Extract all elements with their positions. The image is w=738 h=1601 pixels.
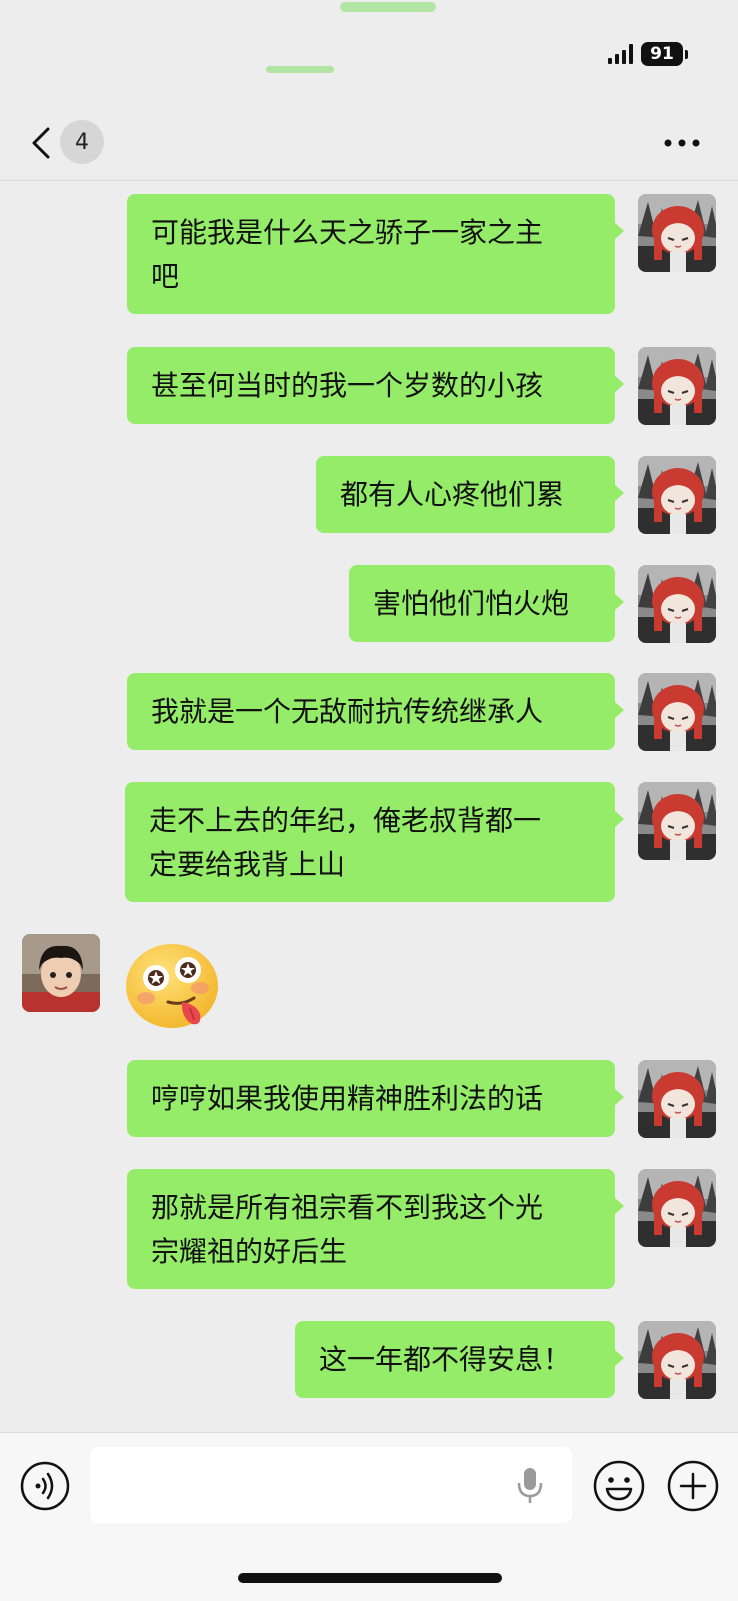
more-options-button[interactable] (660, 128, 704, 158)
message-bubble[interactable]: 都有人心疼他们累 (316, 456, 624, 533)
my-avatar[interactable] (638, 782, 716, 860)
message-bubble[interactable]: 可能我是什么天之骄子一家之主 吧 (127, 194, 624, 314)
chevron-left-icon (32, 127, 50, 159)
my-avatar[interactable] (638, 194, 716, 272)
my-avatar[interactable] (638, 347, 716, 425)
message-bubble[interactable]: 哼哼如果我使用精神胜利法的话 (127, 1060, 624, 1137)
status-smear (340, 2, 436, 12)
message-bubble[interactable]: 甚至何当时的我一个岁数的小孩 (127, 347, 624, 424)
my-avatar[interactable] (638, 565, 716, 643)
battery-level: 91 (650, 44, 674, 64)
voice-mode-icon[interactable] (20, 1461, 70, 1511)
input-bar (0, 1432, 738, 1601)
chat-header: 4 (0, 104, 738, 181)
contact-avatar[interactable] (22, 934, 100, 1012)
my-avatar[interactable] (638, 1060, 716, 1138)
plus-circle-icon[interactable] (666, 1459, 720, 1513)
message-bubble[interactable]: 害怕他们怕火炮 (349, 565, 624, 642)
message-bubble[interactable]: 这一年都不得安息！ (295, 1321, 624, 1398)
message-bubble[interactable]: 走不上去的年纪，俺老叔背都一 定要给我背上山 (125, 782, 624, 902)
microphone-icon[interactable] (516, 1467, 544, 1505)
starry-eyes-tongue-emoji-icon[interactable] (122, 940, 222, 1032)
my-avatar[interactable] (638, 1169, 716, 1247)
message-input[interactable] (90, 1447, 572, 1523)
signal-bars-icon (608, 44, 633, 64)
message-bubble[interactable]: 那就是所有祖宗看不到我这个光 宗耀祖的好后生 (127, 1169, 624, 1289)
emoji-face-icon[interactable] (592, 1459, 646, 1513)
more-horizontal-icon (664, 139, 700, 147)
status-smear (266, 66, 334, 73)
unread-count-badge: 4 (60, 120, 104, 164)
home-indicator[interactable] (238, 1573, 502, 1583)
battery-tip (685, 49, 688, 59)
back-button[interactable]: 4 (26, 120, 116, 166)
my-avatar[interactable] (638, 1321, 716, 1399)
my-avatar[interactable] (638, 456, 716, 534)
status-bar: 91 (608, 42, 688, 66)
battery-icon: 91 (641, 42, 683, 66)
my-avatar[interactable] (638, 673, 716, 751)
message-bubble[interactable]: 我就是一个无敌耐抗传统继承人 (127, 673, 624, 750)
